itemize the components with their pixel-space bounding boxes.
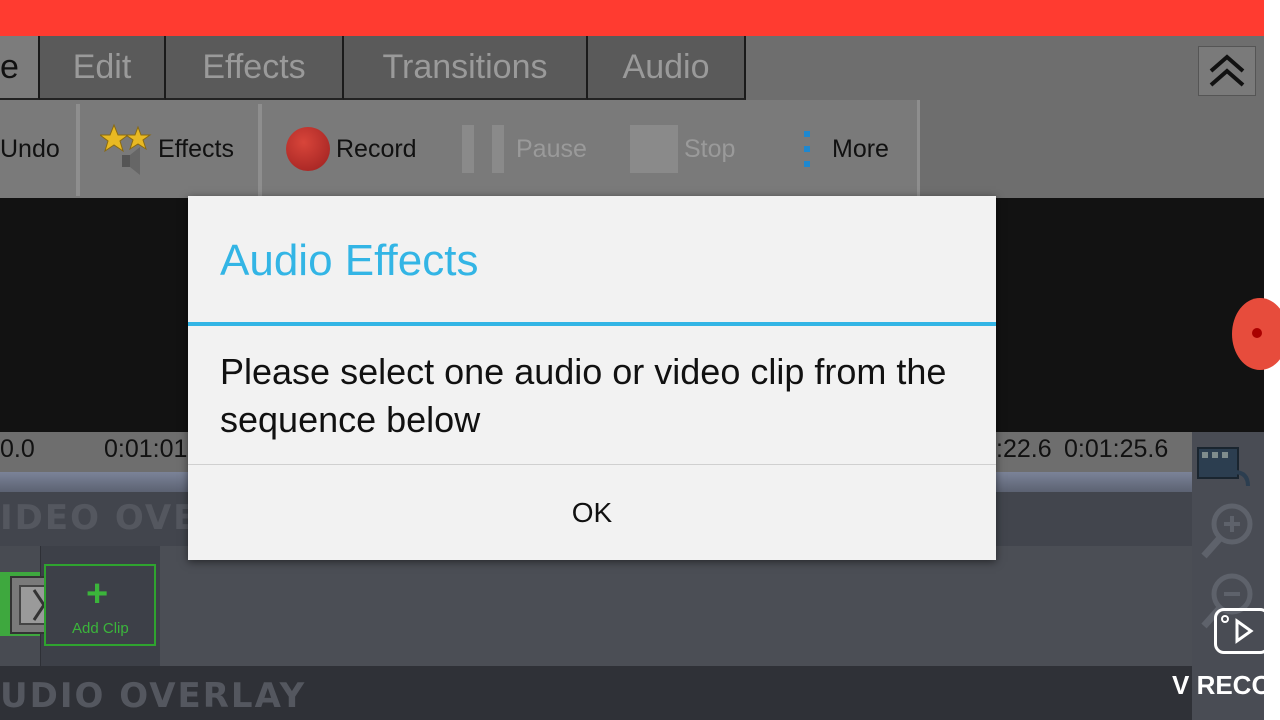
dialog-title: Audio Effects	[220, 236, 479, 285]
audio-effects-dialog: Audio Effects Please select one audio or…	[188, 196, 996, 560]
dialog-title-divider	[188, 322, 996, 326]
dialog-message: Please select one audio or video clip fr…	[220, 351, 947, 440]
ok-button[interactable]: OK	[188, 465, 996, 560]
status-bar	[0, 0, 1264, 36]
screen-recorder-icon-back	[1268, 614, 1280, 650]
